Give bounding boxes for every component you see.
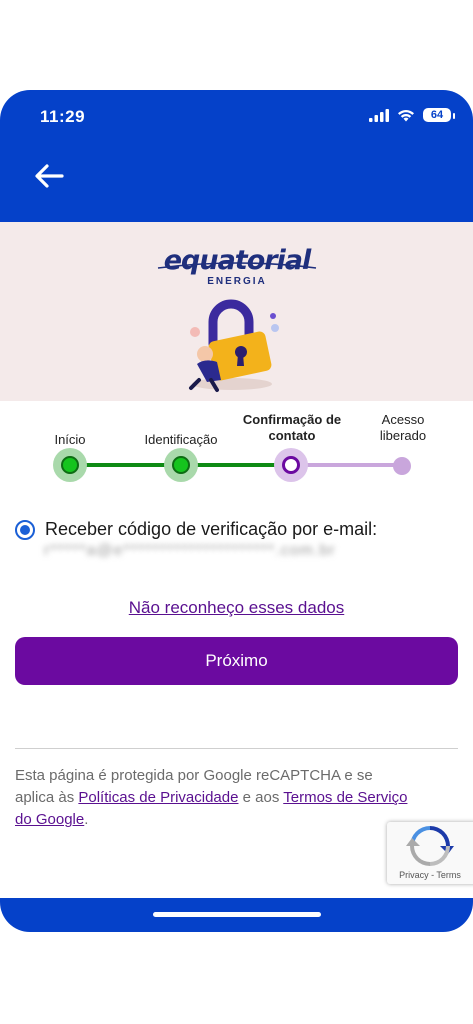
- brand-logo: equatorial ENERGIA: [156, 245, 318, 287]
- step-label-identificacao: Identificação: [144, 432, 218, 447]
- email-verification-option[interactable]: Receber código de verificação por e-mail…: [15, 517, 460, 543]
- email-option-label: Receber código de verificação por e-mail…: [45, 519, 378, 539]
- hero-banner: equatorial ENERGIA: [0, 222, 473, 401]
- recaptcha-badge[interactable]: Privacy - Terms: [387, 822, 473, 884]
- email-radio[interactable]: [15, 520, 35, 540]
- masked-email-value: r*****a@e*********************.com.br: [44, 542, 336, 559]
- status-time: 11:29: [40, 107, 86, 126]
- step-dot-identificacao: [172, 456, 190, 474]
- logo-wordmark: equatorial: [163, 245, 312, 276]
- logo-subtitle: ENERGIA: [207, 276, 267, 287]
- privacy-policy-link[interactable]: Políticas de Privacidade: [78, 789, 238, 806]
- step-dot-inicio: [61, 456, 79, 474]
- step-label-confirmacao: Confirmação de contato: [242, 412, 342, 443]
- notice-text-3: .: [84, 811, 89, 828]
- step-label-inicio: Início: [54, 432, 86, 447]
- home-indicator: [153, 912, 321, 917]
- divider: [15, 748, 458, 749]
- next-button[interactable]: Próximo: [15, 637, 458, 685]
- signal-icon: [369, 108, 389, 122]
- unrecognized-data-link[interactable]: Não reconheço esses dados: [0, 598, 473, 618]
- notice-text-2: e aos: [238, 789, 284, 806]
- step-dot-confirmacao: [282, 456, 300, 474]
- step-dot-acesso: [393, 457, 411, 475]
- battery-indicator: 64: [423, 108, 455, 122]
- step-label-acesso: Acesso liberado: [379, 412, 427, 443]
- recaptcha-notice: Esta página é protegida por Google reCAP…: [15, 765, 415, 831]
- padlock-illustration: [189, 299, 279, 392]
- top-bar: 11:29 64: [0, 90, 473, 222]
- bottom-bar: [0, 898, 473, 932]
- status-icons: 64: [369, 108, 455, 122]
- arrow-left-icon: [35, 164, 64, 188]
- recaptcha-icon: [406, 826, 454, 866]
- wifi-icon: [398, 109, 414, 121]
- app-screen: 11:29 64 equatorial ENERGIA Início Ident…: [0, 90, 473, 932]
- back-button[interactable]: [32, 162, 66, 190]
- recaptcha-links[interactable]: Privacy - Terms: [387, 870, 473, 880]
